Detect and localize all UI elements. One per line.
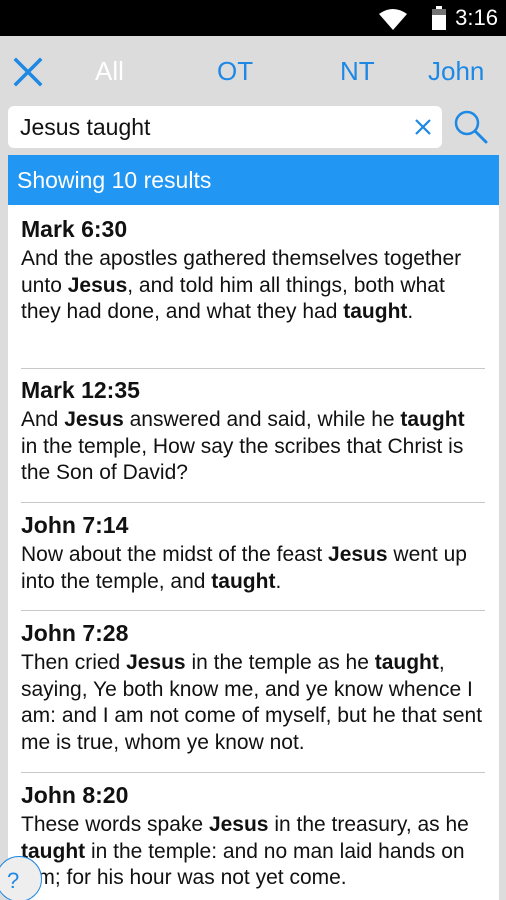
result-item[interactable]: Mark 12:35 And Jesus answered and said, … — [21, 377, 485, 487]
result-reference: John 7:28 — [21, 620, 129, 646]
highlighted-term: taught — [400, 408, 465, 431]
highlighted-term: taught — [343, 300, 408, 323]
results-list[interactable]: Mark 6:30 And the apostles gathered them… — [8, 205, 499, 900]
status-bar: 3:16 — [0, 0, 506, 36]
battery-icon — [432, 6, 446, 30]
scope-tab-ot[interactable]: OT — [217, 55, 253, 87]
scope-tab-john[interactable]: John — [428, 55, 484, 87]
scope-tab-nt[interactable]: NT — [340, 55, 375, 87]
result-item[interactable]: John 7:28 Then cried Jesus in the temple… — [21, 620, 485, 756]
highlighted-term: Jesus — [328, 543, 388, 566]
divider — [21, 610, 485, 611]
result-reference: John 7:14 — [21, 512, 129, 538]
result-item[interactable]: John 8:20 These words spake Jesus in the… — [21, 782, 485, 892]
search-input[interactable] — [20, 111, 400, 143]
highlighted-term: Jesus — [67, 273, 128, 297]
result-item[interactable]: Mark 6:30 And the apostles gathered them… — [21, 216, 485, 326]
search-box — [8, 106, 442, 148]
result-text: These words spake Jesus in the treasury,… — [21, 813, 469, 889]
help-label: ? — [7, 868, 20, 893]
divider — [21, 368, 485, 369]
help-button[interactable]: ? — [0, 856, 42, 900]
close-icon[interactable] — [12, 56, 44, 88]
highlighted-term: taught — [211, 569, 276, 593]
status-time: 3:16 — [455, 5, 498, 30]
results-count-header: Showing 10 results — [8, 155, 499, 205]
result-text: And Jesus answered and said, while he ta… — [21, 408, 465, 484]
search-icon[interactable] — [453, 109, 489, 145]
result-text: And the apostles gathered themselves tog… — [21, 247, 462, 323]
highlighted-term: Jesus — [64, 408, 124, 431]
scope-tab-all[interactable]: All — [95, 55, 124, 87]
clear-icon[interactable] — [413, 117, 433, 137]
result-reference: Mark 12:35 — [21, 377, 140, 403]
divider — [21, 502, 485, 503]
scope-bar: All OT NT John — [0, 36, 506, 104]
result-item[interactable]: John 7:14 Now about the midst of the fea… — [21, 512, 485, 595]
divider — [21, 772, 485, 773]
wifi-icon — [379, 9, 407, 30]
result-reference: Mark 6:30 — [21, 216, 128, 242]
result-reference: John 8:20 — [21, 782, 129, 808]
result-text: Then cried Jesus in the temple as he tau… — [21, 651, 483, 754]
highlighted-term: Jesus — [126, 651, 186, 674]
highlighted-term: taught — [374, 651, 439, 674]
highlighted-term: Jesus — [208, 813, 269, 836]
result-text: Now about the midst of the feast Jesus w… — [21, 543, 467, 593]
